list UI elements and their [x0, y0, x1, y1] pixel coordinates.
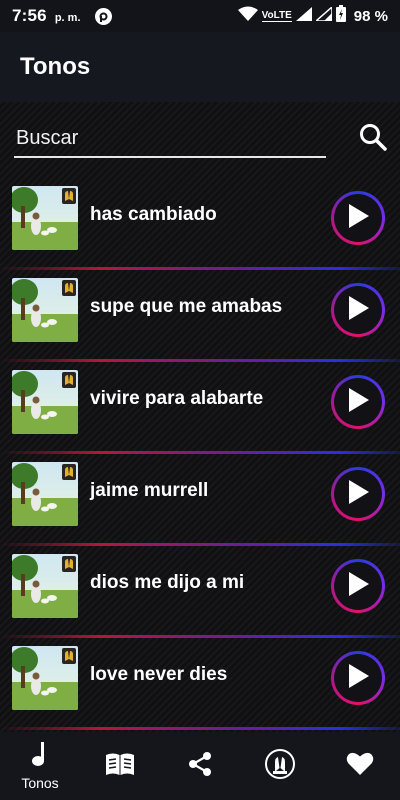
ringtone-thumbnail — [12, 278, 78, 342]
screen: 7:56 p. m. VoLTE 98 % Tonos Buscar has c… — [0, 0, 400, 800]
ringtone-title: has cambiado — [90, 204, 217, 225]
play-icon — [345, 662, 371, 695]
signal-icon — [295, 6, 312, 26]
play-icon — [345, 386, 371, 419]
list-item[interactable]: vivire para alabarte — [0, 362, 400, 454]
ringtone-title: dios me dijo a mi — [90, 572, 245, 593]
search-input[interactable] — [14, 120, 326, 158]
list-item[interactable]: love never dies — [0, 638, 400, 730]
status-ampm: p. m. — [54, 11, 81, 24]
music-note-icon — [30, 741, 50, 772]
play-icon — [345, 294, 371, 327]
search-icon — [358, 122, 388, 157]
content-area: has cambiado supe que me amabas — [0, 102, 400, 732]
list-item[interactable]: supe que me amabas — [0, 270, 400, 362]
ringtone-thumbnail — [12, 646, 78, 710]
page-title: Tonos — [20, 53, 91, 80]
bottom-nav: Tonos — [0, 732, 400, 800]
ringtone-thumbnail — [12, 370, 78, 434]
book-icon — [105, 752, 135, 781]
nav-tonos[interactable]: Tonos — [0, 732, 80, 800]
search-bar — [14, 120, 390, 162]
play-button[interactable] — [331, 375, 385, 429]
nav-favorites[interactable] — [320, 732, 400, 800]
play-button[interactable] — [331, 191, 385, 245]
row-divider — [0, 727, 400, 730]
signal-icon-2 — [313, 4, 333, 26]
nav-share[interactable] — [160, 732, 240, 800]
ringtone-list: has cambiado supe que me amabas vivire p… — [0, 178, 400, 730]
ringtone-thumbnail — [12, 462, 78, 526]
nav-tonos-label: Tonos — [21, 775, 59, 791]
share-icon — [187, 751, 213, 782]
app-bar: Tonos — [0, 32, 400, 102]
search-button[interactable] — [356, 122, 390, 156]
nav-prayer[interactable] — [240, 732, 320, 800]
battery-icon — [335, 5, 346, 27]
ringtone-title: supe que me amabas — [90, 296, 283, 317]
play-button[interactable] — [331, 651, 385, 705]
ringtone-title: love never dies — [90, 664, 228, 685]
ringtone-thumbnail — [12, 554, 78, 618]
play-icon — [345, 202, 371, 235]
list-item[interactable]: has cambiado — [0, 178, 400, 270]
play-button[interactable] — [331, 467, 385, 521]
volte-indicator: VoLTE — [261, 10, 292, 22]
list-item[interactable]: jaime murrell — [0, 454, 400, 546]
ringtone-title: jaime murrell — [90, 480, 209, 501]
status-time: 7:56 — [12, 6, 47, 25]
wifi-icon — [237, 6, 258, 26]
play-icon — [345, 570, 371, 603]
play-icon — [345, 478, 371, 511]
battery-percent: 98 % — [353, 7, 388, 25]
play-button[interactable] — [331, 283, 385, 337]
ringtone-title: vivire para alabarte — [90, 388, 264, 409]
play-button[interactable] — [331, 559, 385, 613]
ringtone-thumbnail — [12, 186, 78, 250]
notification-app-icon — [94, 7, 112, 25]
nav-book[interactable] — [80, 732, 160, 800]
heart-icon — [346, 751, 374, 781]
list-item[interactable]: dios me dijo a mi — [0, 546, 400, 638]
prayer-hands-icon — [264, 748, 296, 785]
status-bar: 7:56 p. m. VoLTE 98 % — [0, 0, 400, 32]
